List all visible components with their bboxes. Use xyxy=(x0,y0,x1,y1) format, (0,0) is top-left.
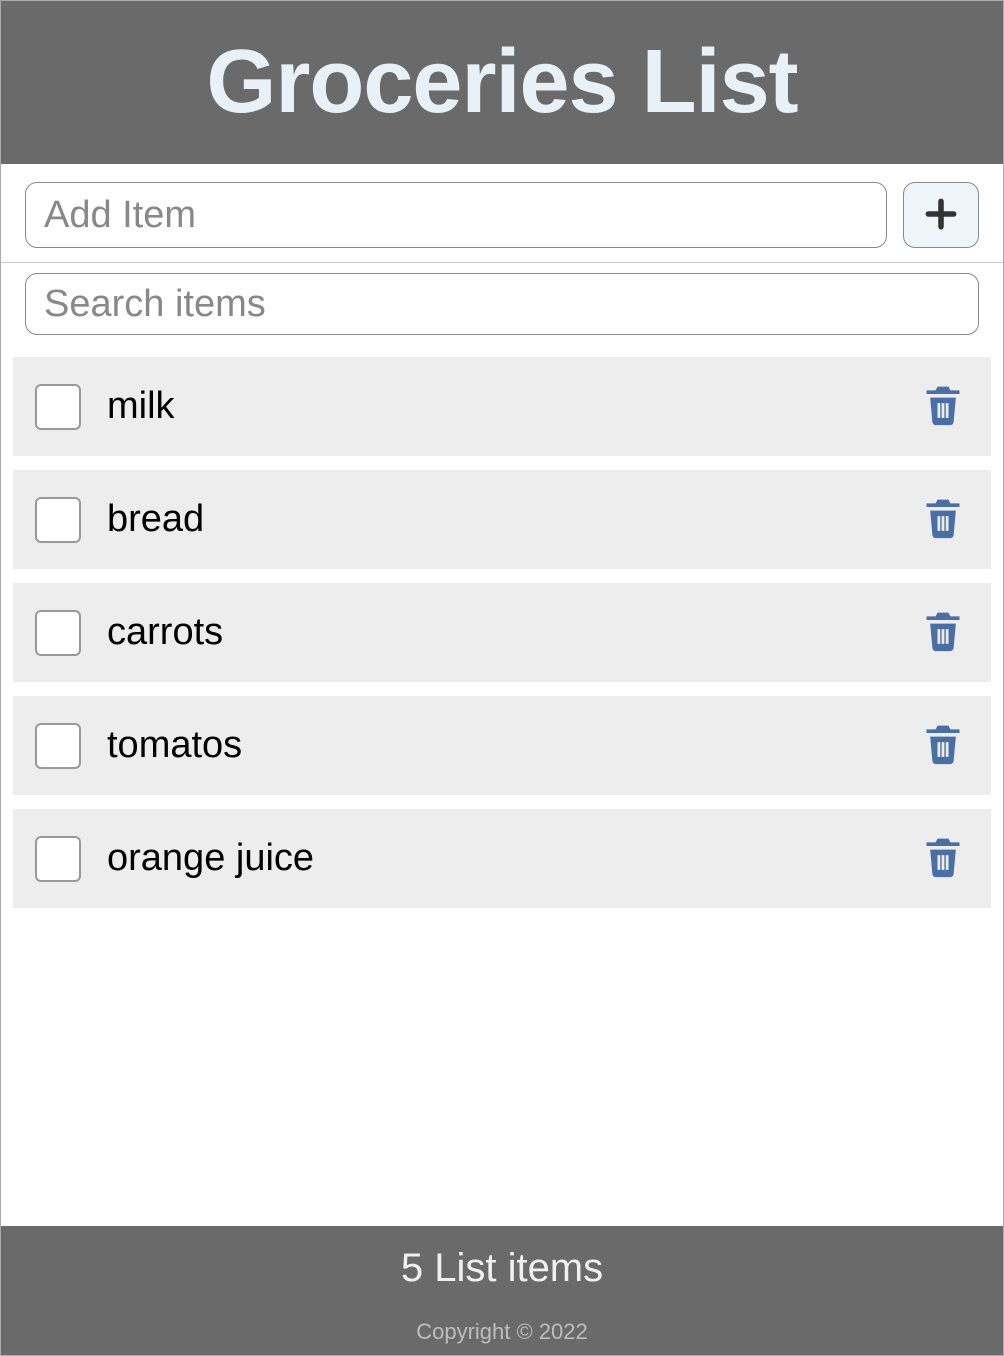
delete-item-button[interactable] xyxy=(917,377,969,436)
trash-icon xyxy=(921,720,965,771)
item-label: carrots xyxy=(107,611,917,654)
app-header: Groceries List xyxy=(1,1,1003,164)
copyright: Copyright © 2022 xyxy=(1,1319,1003,1345)
item-checkbox[interactable] xyxy=(35,497,81,543)
item-checkbox[interactable] xyxy=(35,723,81,769)
trash-icon xyxy=(921,381,965,432)
add-item-button[interactable] xyxy=(903,182,979,248)
search-row xyxy=(1,263,1003,349)
plus-icon xyxy=(922,195,960,236)
search-input[interactable] xyxy=(25,273,979,335)
trash-icon xyxy=(921,494,965,545)
delete-item-button[interactable] xyxy=(917,829,969,888)
list-item: tomatos xyxy=(13,696,991,795)
trash-icon xyxy=(921,833,965,884)
item-label: milk xyxy=(107,385,917,428)
delete-item-button[interactable] xyxy=(917,603,969,662)
item-checkbox[interactable] xyxy=(35,384,81,430)
item-count: 5 List items xyxy=(1,1246,1003,1291)
item-label: bread xyxy=(107,498,917,541)
delete-item-button[interactable] xyxy=(917,490,969,549)
page-title: Groceries List xyxy=(1,31,1003,134)
list-item: carrots xyxy=(13,583,991,682)
groceries-list: milk bread carrots tomatos xyxy=(1,349,1003,1226)
list-item: milk xyxy=(13,357,991,456)
delete-item-button[interactable] xyxy=(917,716,969,775)
app-footer: 5 List items Copyright © 2022 xyxy=(1,1226,1003,1355)
item-checkbox[interactable] xyxy=(35,836,81,882)
add-item-input[interactable] xyxy=(25,182,887,248)
item-label: tomatos xyxy=(107,724,917,767)
item-checkbox[interactable] xyxy=(35,610,81,656)
list-item: orange juice xyxy=(13,809,991,908)
item-label: orange juice xyxy=(107,837,917,880)
add-item-row xyxy=(1,164,1003,263)
list-item: bread xyxy=(13,470,991,569)
trash-icon xyxy=(921,607,965,658)
